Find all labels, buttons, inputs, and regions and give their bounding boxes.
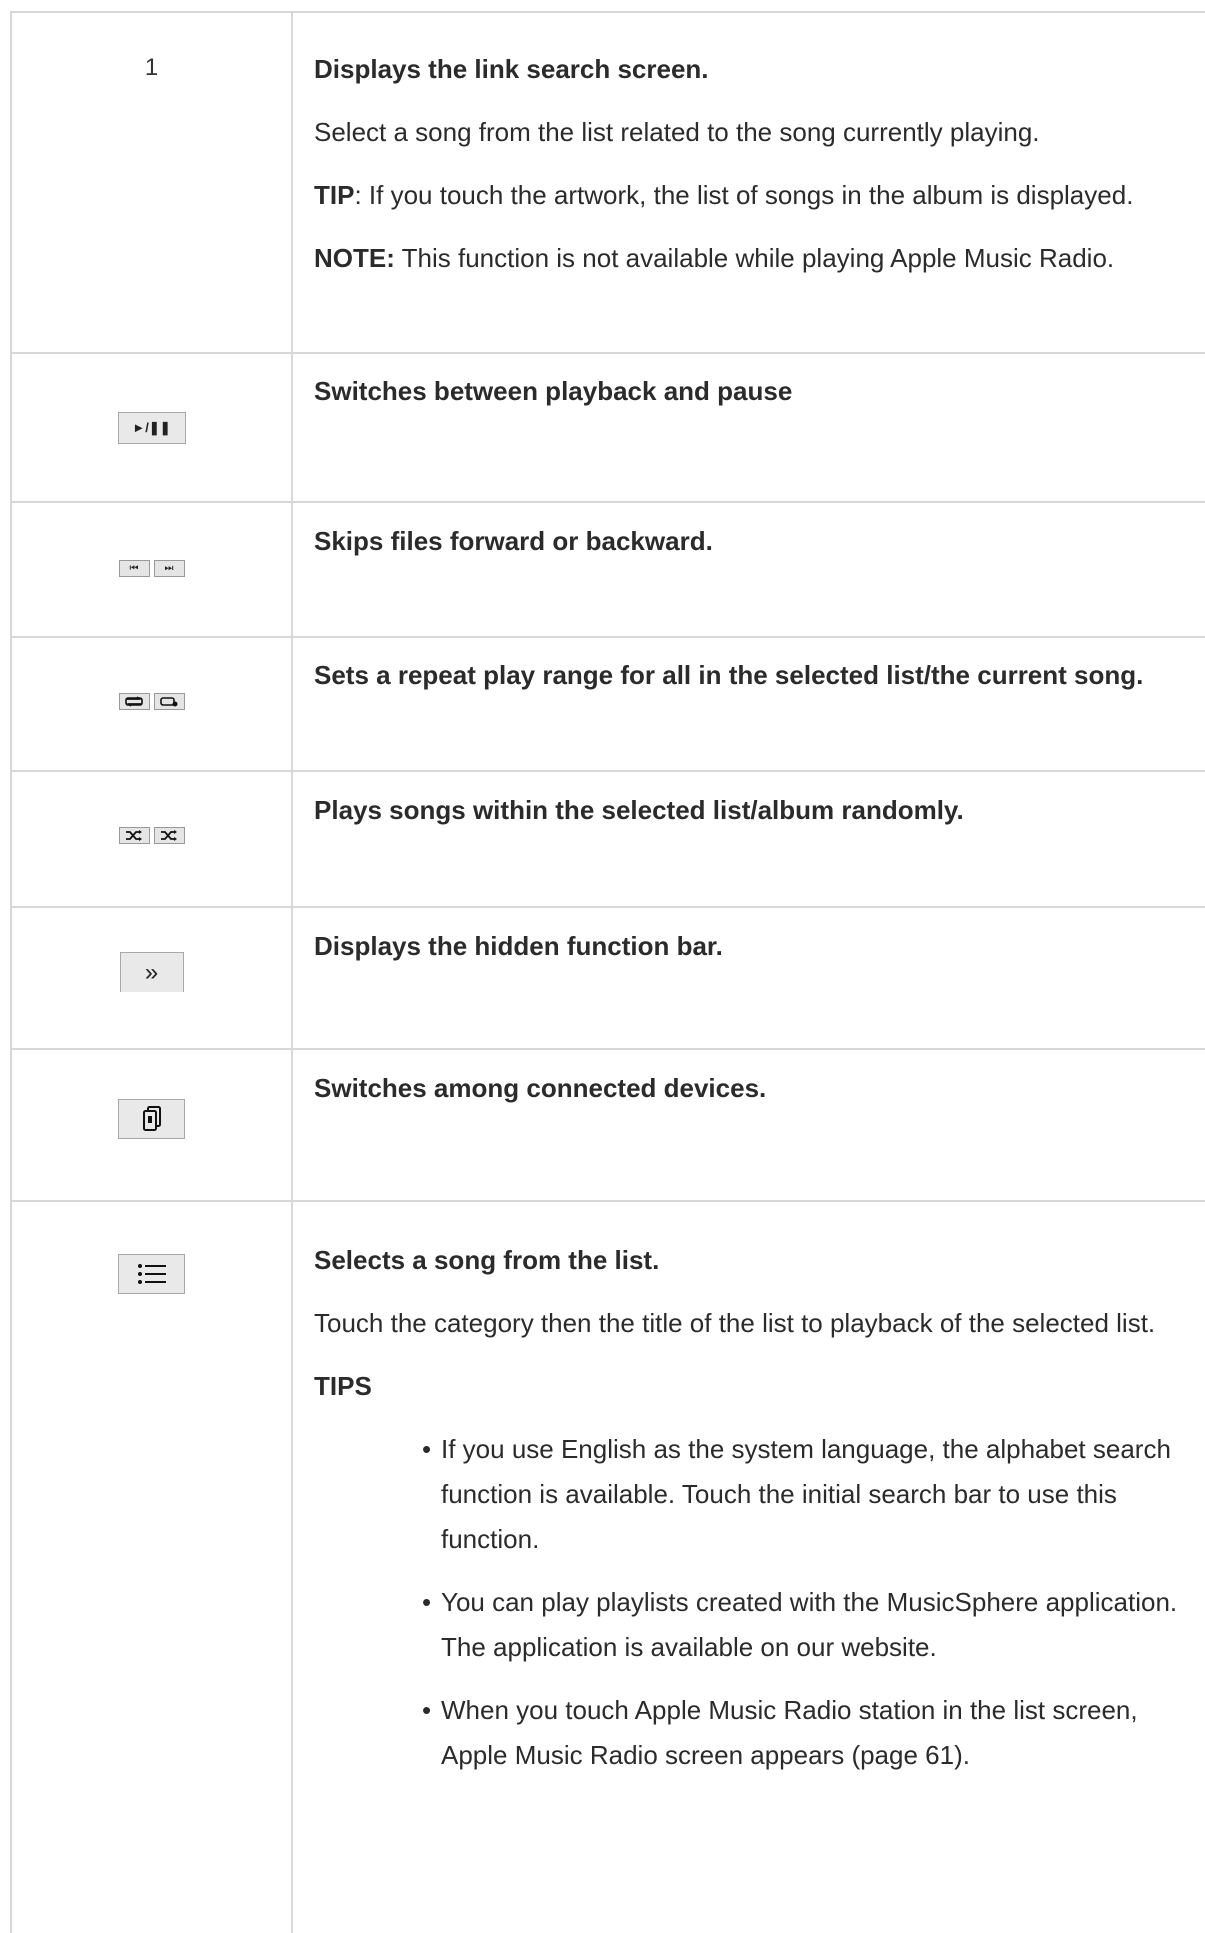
tip-text: : If you touch the artwork, the list of … — [354, 180, 1134, 210]
row-divider — [10, 1200, 1205, 1202]
row-divider — [10, 352, 1205, 354]
row-8-description: Selects a song from the list. Touch the … — [314, 1238, 1194, 1778]
row-title: Switches among connected devices. — [314, 1073, 767, 1103]
shuffle-album-icon — [153, 827, 185, 844]
device-switch-icon — [118, 1099, 185, 1139]
row-title: Displays the hidden function bar. — [314, 931, 723, 961]
note-paragraph: NOTE: This function is not available whi… — [314, 236, 1194, 281]
row-divider — [10, 906, 1205, 908]
row-2-icon-cell: ►/❚❚ — [12, 412, 291, 444]
note-label: NOTE: — [314, 243, 395, 273]
repeat-icons — [117, 693, 187, 710]
row-1-description: Displays the link search screen. Select … — [314, 47, 1194, 281]
row-5-description: Plays songs within the selected list/alb… — [314, 788, 1194, 833]
row-divider — [10, 1048, 1205, 1050]
row-title: Skips files forward or backward. — [314, 526, 713, 556]
row-title: Displays the link search screen. — [314, 54, 709, 84]
row-3-description: Skips files forward or backward. — [314, 519, 1194, 564]
row-1-key: 1 — [12, 54, 291, 82]
row-title: Plays songs within the selected list/alb… — [314, 795, 964, 825]
list-icon — [118, 1254, 185, 1294]
play-pause-icon: ►/❚❚ — [117, 412, 186, 444]
row-6-description: Displays the hidden function bar. — [314, 924, 1194, 969]
row-7-icon-cell — [12, 1099, 291, 1139]
row-title: Switches between playback and pause — [314, 376, 793, 406]
list-item: • You can play playlists created with the… — [422, 1587, 1178, 1662]
row-5-icon-cell — [12, 827, 291, 844]
row-2-description: Switches between playback and pause — [314, 369, 1194, 414]
row-6-icon-cell: » — [12, 952, 291, 992]
table-column-divider — [291, 11, 293, 1933]
chevron-right-double-icon: » — [119, 952, 184, 992]
row-3-icon-cell: ⏮ ⏭ — [12, 560, 291, 577]
tip-paragraph: TIP: If you touch the artwork, the list … — [314, 173, 1194, 218]
tips-label: TIPS — [314, 1371, 372, 1401]
row-paragraph: Touch the category then the title of the… — [314, 1308, 1156, 1338]
row-divider — [10, 770, 1205, 772]
row-number: 1 — [144, 54, 159, 81]
skip-icons: ⏮ ⏭ — [117, 560, 187, 577]
row-title: Selects a song from the list. — [314, 1245, 660, 1275]
tip-label: TIP — [314, 180, 355, 210]
note-text: This function is not available while pla… — [394, 243, 1115, 273]
skip-forward-icon: ⏭ — [153, 560, 185, 577]
repeat-all-icon — [118, 693, 150, 710]
row-divider — [10, 501, 1205, 503]
row-7-description: Switches among connected devices. — [314, 1066, 1194, 1111]
row-title: Sets a repeat play range for all in the … — [314, 660, 1144, 690]
row-4-icon-cell — [12, 693, 291, 710]
row-paragraph: Select a song from the list related to t… — [314, 117, 1040, 147]
row-divider — [10, 11, 1205, 13]
shuffle-list-icon — [118, 827, 150, 844]
list-item: • When you touch Apple Music Radio statio… — [422, 1695, 1138, 1770]
tips-list: • If you use English as the system langua… — [422, 1427, 1182, 1778]
repeat-one-icon — [153, 693, 185, 710]
row-divider — [10, 636, 1205, 638]
list-item: • If you use English as the system langua… — [422, 1434, 1171, 1554]
row-8-icon-cell — [12, 1254, 291, 1294]
skip-back-icon: ⏮ — [118, 560, 150, 577]
row-4-description: Sets a repeat play range for all in the … — [314, 653, 1194, 698]
shuffle-icons — [117, 827, 187, 844]
